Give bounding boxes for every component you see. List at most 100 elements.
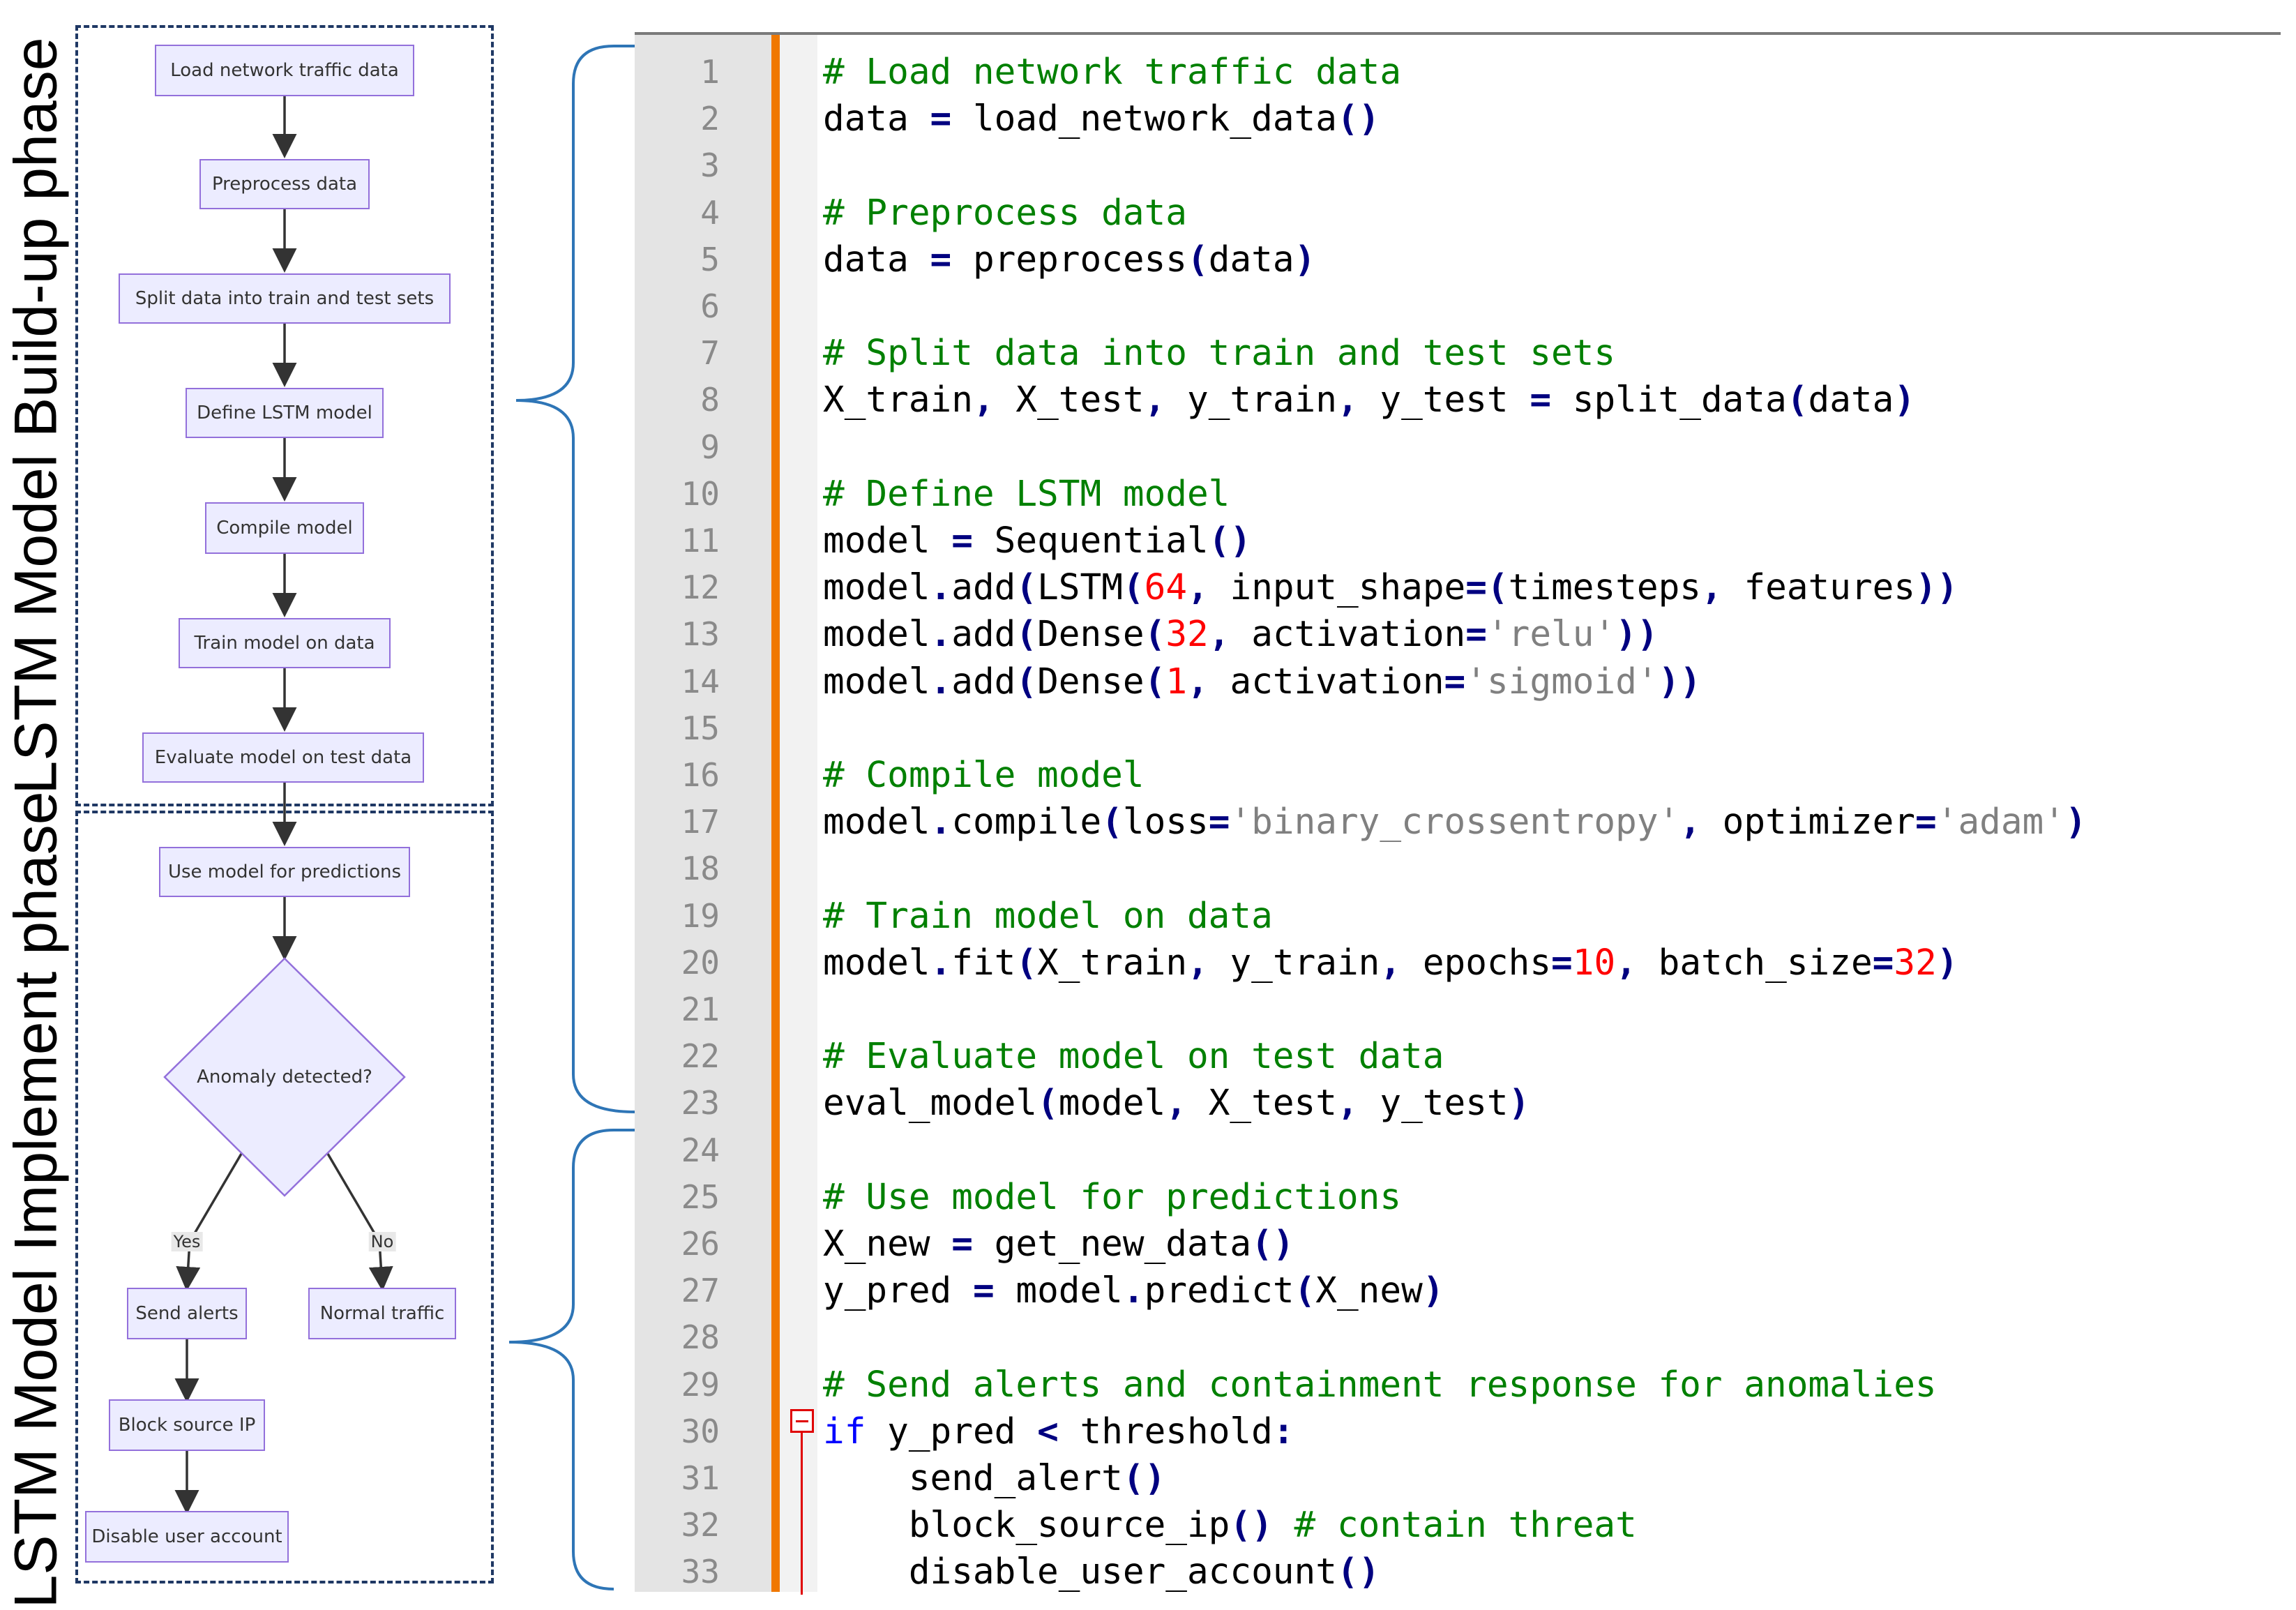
- code-token: ): [1294, 239, 1316, 280]
- code-token: <: [1037, 1410, 1059, 1452]
- line-number: 30: [681, 1412, 720, 1450]
- code-token: Dense: [1037, 614, 1145, 656]
- code-token: ): [1508, 1083, 1530, 1124]
- code-token: ): [1894, 379, 1916, 421]
- line-number: 14: [681, 662, 720, 700]
- edge-label-yes: Yes: [171, 1232, 203, 1251]
- code-line[interactable]: model = Sequential(): [823, 518, 1251, 564]
- build-phase-label: LSTM Model Build-up phase: [2, 37, 70, 795]
- code-token: model: [1058, 1083, 1166, 1124]
- code-line[interactable]: X_new = get_new_data(): [823, 1221, 1294, 1267]
- code-line[interactable]: model.add(LSTM(64, input_shape=(timestep…: [823, 564, 1958, 611]
- code-line[interactable]: model.compile(loss='binary_crossentropy'…: [823, 799, 2087, 845]
- code-token: ): [1422, 1270, 1444, 1312]
- code-token: =: [972, 1270, 995, 1312]
- code-token: add: [951, 661, 1016, 702]
- edge-label-no: No: [368, 1232, 396, 1251]
- change-history-bar: [771, 35, 780, 1592]
- fold-collapse-icon[interactable]: [790, 1409, 814, 1433]
- code-token: # Train model on data: [823, 895, 1273, 937]
- node-send-alerts: Send alerts: [127, 1288, 247, 1339]
- code-token: =: [951, 1224, 973, 1265]
- code-token: model: [823, 520, 952, 562]
- code-token: preprocess: [951, 239, 1188, 280]
- node-preprocess: Preprocess data: [199, 159, 370, 209]
- code-token: data: [823, 239, 930, 280]
- line-number: 29: [681, 1365, 720, 1404]
- code-line[interactable]: y_pred = model.predict(X_new): [823, 1267, 1444, 1314]
- node-block-ip: Block source IP: [109, 1399, 265, 1451]
- fold-margin: [780, 35, 817, 1592]
- code-line[interactable]: disable_user_account(): [823, 1549, 1380, 1595]
- code-token: # Use model for predictions: [823, 1176, 1402, 1218]
- code-line[interactable]: model.add(Dense(32, activation='relu')): [823, 611, 1659, 658]
- code-token: epochs: [1401, 942, 1552, 984]
- code-token: eval_model: [823, 1083, 1038, 1124]
- node-normal-traffic: Normal traffic: [308, 1288, 456, 1339]
- code-token: (: [1144, 614, 1166, 656]
- code-token: activation: [1208, 661, 1444, 702]
- code-token: data: [1808, 379, 1894, 421]
- code-token: ,: [1187, 661, 1209, 702]
- code-token: (): [1208, 520, 1252, 562]
- code-token: model: [823, 614, 930, 656]
- line-number: 13: [681, 615, 720, 654]
- code-token: .: [930, 802, 952, 843]
- code-token: .: [930, 942, 952, 984]
- code-line[interactable]: # Define LSTM model: [823, 471, 1230, 518]
- code-line[interactable]: block_source_ip() # contain threat: [823, 1502, 1637, 1549]
- code-token: model: [823, 942, 930, 984]
- code-line[interactable]: data = load_network_data(): [823, 96, 1380, 142]
- code-line[interactable]: # Use model for predictions: [823, 1174, 1401, 1221]
- code-line[interactable]: if y_pred < threshold:: [823, 1408, 1294, 1455]
- code-token: =: [1465, 614, 1487, 656]
- code-token: data: [823, 98, 930, 140]
- code-line[interactable]: # Train model on data: [823, 893, 1273, 940]
- code-token: =: [1530, 379, 1552, 421]
- node-train: Train model on data: [179, 618, 391, 668]
- code-token: batch_size: [1636, 942, 1873, 984]
- code-token: (: [1037, 1083, 1059, 1124]
- code-line[interactable]: data = preprocess(data): [823, 236, 1315, 283]
- node-use-model: Use model for predictions: [159, 847, 410, 897]
- code-token: =: [1208, 802, 1230, 843]
- line-number: 1: [700, 53, 720, 91]
- code-token: features: [1722, 567, 1916, 609]
- code-line[interactable]: send_alert(): [823, 1455, 1165, 1502]
- code-line[interactable]: # Preprocess data: [823, 190, 1187, 236]
- code-token: block_source_ip: [823, 1505, 1230, 1547]
- code-token: threshold: [1058, 1410, 1273, 1452]
- code-line[interactable]: # Evaluate model on test data: [823, 1033, 1444, 1080]
- code-token: ,: [1208, 614, 1230, 656]
- build-phase-brace: [515, 45, 635, 1113]
- line-number: 17: [681, 803, 720, 841]
- code-token: model: [823, 567, 930, 609]
- code-line[interactable]: # Send alerts and containment response f…: [823, 1362, 1937, 1408]
- line-number-gutter: 1 2 3 4 5 6 7 8 9 10 11 12 13 14 15 16 17 18 19 20 21 22 23 24 2…: [635, 35, 771, 1592]
- code-line[interactable]: model.add(Dense(1, activation='sigmoid')…: [823, 659, 1701, 705]
- code-token: X_test: [1187, 1083, 1337, 1124]
- code-token: if: [823, 1410, 866, 1452]
- decision-label: Anomaly detected?: [197, 1067, 372, 1088]
- code-line[interactable]: # Split data into train and test sets: [823, 330, 1615, 377]
- code-token: model: [994, 1270, 1123, 1312]
- code-token: (): [1336, 1551, 1380, 1593]
- code-token: X_train: [1037, 942, 1188, 984]
- code-line[interactable]: eval_model(model, X_test, y_test): [823, 1080, 1530, 1127]
- code-token: model: [823, 661, 930, 702]
- implement-phase-label: LSTM Model Implement phase: [2, 791, 70, 1609]
- implement-phase-box: [75, 811, 494, 1583]
- code-token: # Compile model: [823, 755, 1145, 796]
- code-token: ,: [1679, 802, 1701, 843]
- code-line[interactable]: X_train, X_test, y_train, y_test = split…: [823, 377, 1915, 423]
- line-number: 19: [681, 896, 720, 935]
- code-line[interactable]: # Compile model: [823, 752, 1145, 799]
- code-token: # Split data into train and test sets: [823, 333, 1616, 375]
- node-evaluate: Evaluate model on test data: [142, 732, 424, 783]
- code-token: Dense: [1037, 661, 1145, 702]
- line-number: 9: [700, 428, 720, 466]
- code-line[interactable]: # Load network traffic data: [823, 49, 1401, 96]
- code-token: y_pred: [823, 1270, 973, 1312]
- code-token: (: [1187, 239, 1209, 280]
- code-line[interactable]: model.fit(X_train, y_train, epochs=10, b…: [823, 940, 1958, 986]
